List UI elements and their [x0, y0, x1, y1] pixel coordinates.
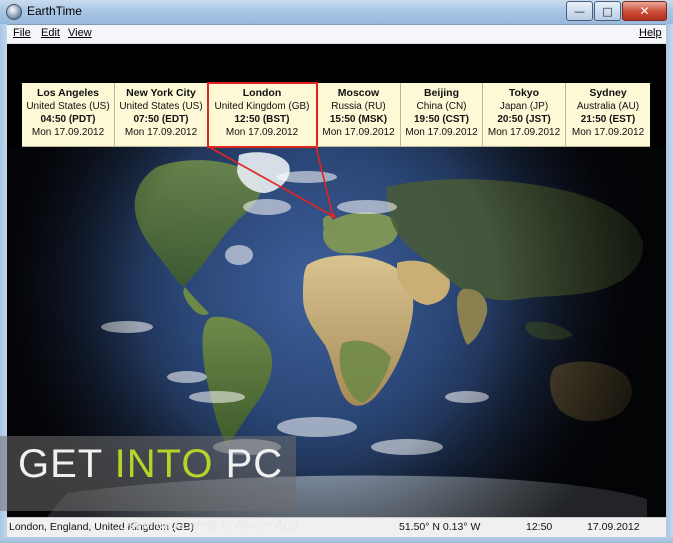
menu-help[interactable]: Help [639, 27, 662, 39]
city-country: Japan (JP) [499, 101, 549, 112]
menu-file-label: File [13, 27, 31, 39]
city-date: Mon 17.09.2012 [124, 127, 198, 138]
city-card-moscow[interactable]: Moscow Russia (RU) 15:50 (MSK) Mon 17.09… [317, 83, 401, 147]
city-date: Mon 17.09.2012 [405, 127, 478, 138]
city-name: Tokyo [508, 87, 540, 99]
minimize-button[interactable]: — [566, 1, 593, 21]
city-country: United States (US) [26, 101, 110, 112]
city-card-beijing[interactable]: Beijing China (CN) 19:50 (CST) Mon 17.09… [401, 83, 483, 147]
status-date: 17.09.2012 [587, 521, 640, 533]
city-time: 15:50 (MSK) [329, 114, 388, 125]
city-date: Mon 17.09.2012 [571, 127, 645, 138]
status-bar: London, England, United Kingdom (GB) 51.… [7, 517, 666, 538]
menu-help-label: Help [639, 27, 662, 39]
watermark-get: GET [18, 442, 115, 486]
city-name: Beijing [423, 87, 459, 99]
menu-view[interactable]: View [68, 27, 92, 39]
status-coordinates: 51.50° N 0.13° W [399, 521, 481, 533]
watermark-into: INTO [114, 442, 214, 486]
watermark-subtitle: Download Latest Software App [120, 517, 299, 532]
city-date: Mon 17.09.2012 [225, 127, 299, 138]
city-time: 20:50 (JST) [497, 114, 551, 125]
city-clock-bar: Los Angeles United States (US) 04:50 (PD… [22, 82, 650, 148]
city-time: 21:50 (EST) [580, 114, 636, 125]
city-country: China (CN) [416, 101, 467, 112]
maximize-button[interactable]: □ [594, 1, 621, 21]
window-frame-right [666, 24, 673, 537]
city-name: Sydney [589, 87, 627, 99]
window-title: EarthTime [27, 4, 82, 18]
city-time: 19:50 (CST) [413, 114, 469, 125]
city-country: Australia (AU) [576, 101, 640, 112]
title-bar[interactable]: EarthTime — □ ✕ [0, 0, 673, 25]
city-name: Los Angeles [36, 87, 100, 99]
city-name: Moscow [337, 87, 380, 99]
watermark-pc: PC [213, 442, 284, 486]
city-time: 04:50 (PDT) [40, 114, 96, 125]
watermark-logo: GET INTO PC [18, 442, 283, 487]
menu-file[interactable]: File [13, 27, 31, 39]
city-date: Mon 17.09.2012 [322, 127, 395, 138]
city-card-los-angeles[interactable]: Los Angeles United States (US) 04:50 (PD… [22, 83, 115, 147]
city-date: Mon 17.09.2012 [487, 127, 561, 138]
city-card-new-york-city[interactable]: New York City United States (US) 07:50 (… [115, 83, 208, 147]
city-name: London [242, 87, 282, 99]
city-country: Russia (RU) [331, 101, 386, 112]
menu-view-label: View [68, 27, 92, 39]
window-frame-bottom [0, 537, 673, 543]
city-time: 12:50 (BST) [234, 114, 290, 125]
earth-app-icon[interactable] [6, 4, 22, 20]
city-card-sydney[interactable]: Sydney Australia (AU) 21:50 (EST) Mon 17… [566, 83, 650, 147]
menu-edit-label: Edit [41, 27, 60, 39]
menu-bar: File Edit View Help [0, 25, 673, 44]
city-name: New York City [126, 87, 196, 99]
city-time: 07:50 (EDT) [133, 114, 189, 125]
status-time: 12:50 [526, 521, 553, 533]
city-date: Mon 17.09.2012 [31, 127, 105, 138]
menu-edit[interactable]: Edit [41, 27, 60, 39]
city-country: United Kingdom (GB) [214, 101, 310, 112]
close-button[interactable]: ✕ [622, 1, 667, 21]
city-card-london[interactable]: London United Kingdom (GB) 12:50 (BST) M… [207, 82, 318, 148]
city-card-tokyo[interactable]: Tokyo Japan (JP) 20:50 (JST) Mon 17.09.2… [483, 83, 566, 147]
city-country: United States (US) [119, 101, 203, 112]
